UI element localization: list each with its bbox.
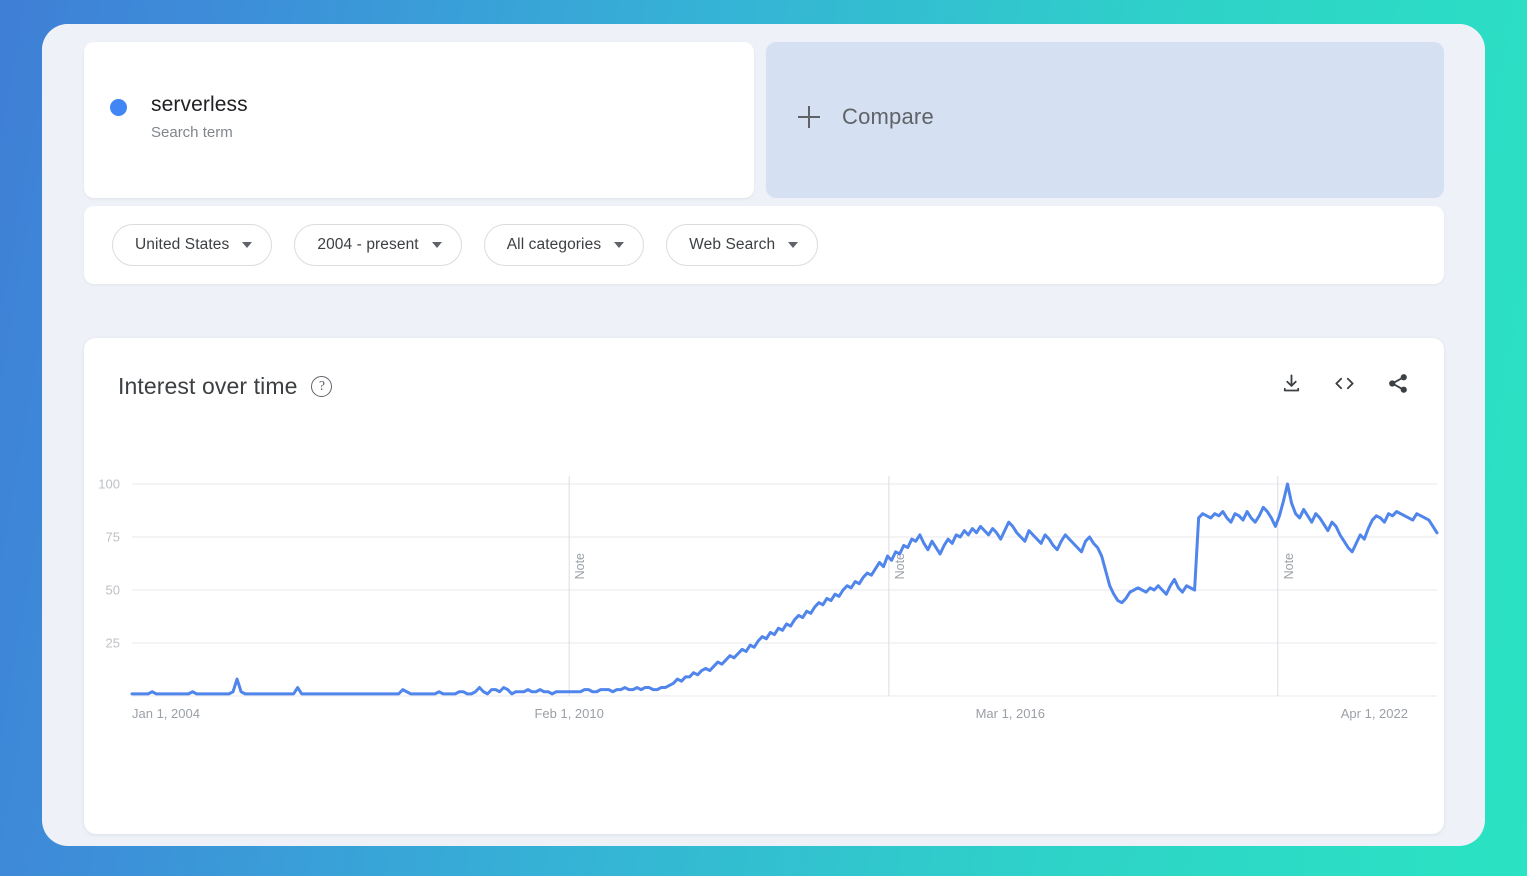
y-axis-labels: 25 50 75 100 (98, 477, 120, 651)
compare-content: Compare (798, 104, 934, 130)
svg-text:50: 50 (106, 583, 120, 598)
filter-chip-timerange-label: 2004 - present (317, 236, 419, 253)
app-container: serverless Search term Compare United St… (42, 24, 1485, 846)
svg-text:Note: Note (1282, 553, 1296, 579)
interest-over-time-card: Interest over time ? 25 50 75 100 Note N… (84, 338, 1444, 834)
series-color-dot (110, 99, 127, 116)
svg-text:100: 100 (98, 477, 120, 492)
filter-chip-timerange[interactable]: 2004 - present (294, 224, 462, 266)
filter-bar: United States 2004 - present All categor… (84, 206, 1444, 284)
chevron-down-icon (614, 242, 625, 248)
chevron-down-icon (242, 242, 253, 248)
filter-chip-location-label: United States (135, 236, 230, 253)
trends-line-chart[interactable]: 25 50 75 100 Note Note Note Jan 1, 2004 Feb 1,… (84, 468, 1444, 768)
data-series-serverless (130, 482, 1439, 696)
chart-title-group: Interest over time ? (118, 372, 333, 400)
compare-label: Compare (842, 104, 934, 129)
embed-code-icon[interactable] (1332, 372, 1357, 400)
svg-text:25: 25 (106, 636, 120, 651)
svg-text:Mar 1, 2016: Mar 1, 2016 (976, 706, 1045, 721)
compare-card[interactable]: Compare (766, 42, 1444, 198)
query-row: serverless Search term Compare (84, 42, 1444, 198)
search-term-card[interactable]: serverless Search term (84, 42, 754, 198)
search-band: serverless Search term Compare United St… (42, 24, 1485, 284)
chevron-down-icon (431, 242, 442, 248)
filter-chip-searchtype[interactable]: Web Search (666, 224, 819, 266)
filter-chip-location[interactable]: United States (112, 224, 273, 266)
download-icon[interactable] (1280, 372, 1303, 400)
chart-actions (1280, 372, 1410, 400)
svg-text:Note: Note (573, 553, 587, 579)
x-axis-labels: Jan 1, 2004 Feb 1, 2010 Mar 1, 2016 Apr 1, … (132, 706, 1408, 721)
filter-chip-category[interactable]: All categories (483, 224, 645, 266)
search-term-content: serverless Search term (110, 92, 248, 142)
svg-text:75: 75 (106, 530, 120, 545)
search-term-label: serverless (151, 93, 248, 116)
chart-plot-area: 25 50 75 100 Note Note Note Jan 1, 2004 Feb 1,… (84, 468, 1444, 768)
plus-icon (798, 106, 820, 128)
search-term-text: serverless Search term (151, 92, 248, 142)
svg-text:Jan 1, 2004: Jan 1, 2004 (132, 706, 200, 721)
y-gridlines (132, 483, 1437, 697)
svg-text:Note: Note (893, 553, 907, 579)
filter-chip-searchtype-label: Web Search (689, 236, 776, 253)
chart-header: Interest over time ? (118, 366, 1410, 406)
search-term-type: Search term (151, 124, 233, 141)
share-icon[interactable] (1386, 372, 1410, 400)
help-circle-icon[interactable]: ? (311, 375, 333, 397)
chart-title: Interest over time (118, 372, 298, 399)
svg-text:Feb 1, 2010: Feb 1, 2010 (534, 706, 603, 721)
chevron-down-icon (788, 242, 799, 248)
filter-chip-category-label: All categories (506, 236, 602, 253)
svg-text:Apr 1, 2022: Apr 1, 2022 (1341, 706, 1408, 721)
